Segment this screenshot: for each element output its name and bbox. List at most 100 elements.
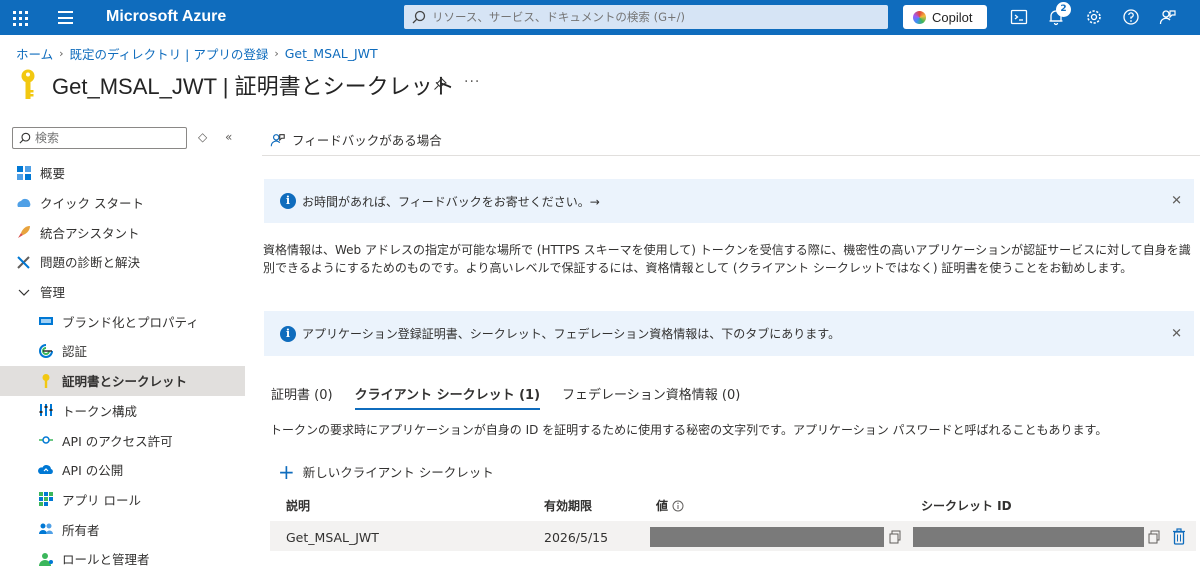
sidebar-nav: 概要 クイック スタート 統合アシスタント 問題の診断と解決 管理 ブランド化と… <box>0 158 245 574</box>
sidebar-item-api-permissions[interactable]: API のアクセス許可 <box>0 425 245 455</box>
sidebar-item-expose-api[interactable]: API の公開 <box>0 455 245 485</box>
app-launcher-icon[interactable] <box>10 8 30 28</box>
sidebar-item-label: API のアクセス許可 <box>62 433 173 449</box>
delete-icon[interactable] <box>1172 528 1186 545</box>
pin-icon[interactable] <box>433 77 447 91</box>
sidebar-item-label: 所有者 <box>62 522 100 538</box>
owners-icon <box>39 523 53 535</box>
new-secret-label: 新しいクライアント シークレット <box>302 465 494 480</box>
sidebar-item-label: ロールと管理者 <box>62 552 150 568</box>
credentials-description: 資格情報は、Web アドレスの指定が可能な場所で (HTTPS スキーマを使用し… <box>263 243 1191 275</box>
secret-expires-cell: 2026/5/15 <box>544 530 609 545</box>
auth-icon <box>39 343 53 358</box>
copilot-button[interactable]: Copilot <box>903 5 987 29</box>
page-header: Get_MSAL_JWT | 証明書とシークレット <box>16 68 455 102</box>
sidebar-item-label: 証明書とシークレット <box>62 374 188 390</box>
sidebar-item-quickstart[interactable]: クイック スタート <box>0 188 245 218</box>
token-icon <box>39 404 53 417</box>
sidebar-item-app-roles[interactable]: アプリ ロール <box>0 485 245 515</box>
menu-icon[interactable] <box>58 11 73 24</box>
chevron-down-icon <box>18 289 30 296</box>
sort-toggle-icon[interactable]: ◇ <box>198 130 207 144</box>
more-options-icon[interactable]: ··· <box>464 74 480 90</box>
sidebar-item-roles-admins[interactable]: ロールと管理者 <box>0 544 245 574</box>
collapse-sidebar-icon[interactable]: « <box>225 130 232 144</box>
secret-value-masked <box>650 527 884 547</box>
banner-text[interactable]: お時間があれば、フィードバックをお寄せください。→ <box>302 193 600 210</box>
api-permission-icon <box>39 436 53 444</box>
copilot-label: Copilot <box>932 9 973 25</box>
search-icon <box>412 10 426 24</box>
sidebar-item-integration-assistant[interactable]: 統合アシスタント <box>0 217 245 247</box>
copy-icon[interactable] <box>1148 530 1160 544</box>
search-input[interactable] <box>432 10 872 24</box>
close-icon[interactable]: ✕ <box>1171 194 1182 209</box>
copy-icon[interactable] <box>889 530 901 544</box>
tab-federated-credentials[interactable]: フェデレーション資格情報 (0) <box>562 384 740 410</box>
feedback-person-icon[interactable] <box>1159 8 1177 26</box>
rocket-icon <box>18 226 30 239</box>
tab-client-secrets[interactable]: クライアント シークレット (1) <box>354 384 541 410</box>
branding-icon <box>39 317 53 326</box>
sidebar-item-label: クイック スタート <box>40 196 144 212</box>
sidebar-item-certificates-secrets[interactable]: 証明書とシークレット <box>0 365 245 396</box>
overview-icon <box>17 165 31 180</box>
quickstart-icon <box>17 198 31 207</box>
breadcrumb-home[interactable]: ホーム <box>16 44 53 63</box>
sidebar-item-owners[interactable]: 所有者 <box>0 514 245 544</box>
sidebar-item-label: トークン構成 <box>62 403 138 419</box>
page-title: Get_MSAL_JWT | 証明書とシークレット <box>52 74 455 99</box>
sidebar-item-label: ブランド化とプロパティ <box>62 314 199 330</box>
sidebar-item-authentication[interactable]: 認証 <box>0 336 245 366</box>
sidebar-item-diagnose[interactable]: 問題の診断と解決 <box>0 247 245 277</box>
plus-icon: + <box>278 459 295 484</box>
key-icon <box>21 69 35 99</box>
sidebar-item-label: API の公開 <box>62 463 124 479</box>
breadcrumb-app[interactable]: Get_MSAL_JWT <box>285 46 378 61</box>
sidebar-item-token-configuration[interactable]: トークン構成 <box>0 396 245 426</box>
info-icon: i <box>280 325 296 342</box>
column-header-description: 説明 <box>286 499 311 513</box>
chevron-right-icon: › <box>274 47 279 60</box>
credential-tabs: 証明書 (0) クライアント シークレット (1) フェデレーション資格情報 (… <box>271 384 740 410</box>
copilot-icon <box>913 10 926 24</box>
key-icon <box>42 373 50 388</box>
close-icon[interactable]: ✕ <box>1171 326 1182 341</box>
feedback-button[interactable]: フィードバックがある場合 <box>270 130 442 149</box>
column-header-expires: 有効期限 <box>544 499 593 513</box>
sidebar-item-label: 概要 <box>40 166 66 182</box>
sidebar-item-label: 管理 <box>40 285 66 301</box>
column-header-value-label: 値 <box>656 499 669 513</box>
tab-description: トークンの要求時にアプリケーションが自身の ID を証明するために使用する秘密の… <box>270 423 1108 437</box>
breadcrumb-app-registrations[interactable]: 既定のディレクトリ | アプリの登録 <box>70 44 269 63</box>
sidebar-item-label: アプリ ロール <box>62 492 141 508</box>
top-bar: Microsoft Azure Copilot 2 <box>0 0 1200 35</box>
gear-icon[interactable] <box>1085 8 1103 26</box>
sidebar-search[interactable] <box>12 127 187 149</box>
app-roles-icon <box>39 492 53 507</box>
sidebar-item-branding[interactable]: ブランド化とプロパティ <box>0 306 245 336</box>
notification-badge: 2 <box>1056 2 1071 17</box>
sidebar-search-input[interactable] <box>35 131 175 145</box>
wrench-icon <box>17 256 30 269</box>
info-icon[interactable] <box>672 500 684 512</box>
tab-certificates[interactable]: 証明書 (0) <box>271 384 333 410</box>
breadcrumb: ホーム › 既定のディレクトリ | アプリの登録 › Get_MSAL_JWT <box>16 44 378 63</box>
new-client-secret-button[interactable]: + 新しいクライアント シークレット <box>278 459 494 484</box>
help-icon[interactable] <box>1122 8 1140 26</box>
admin-icon <box>39 552 53 566</box>
feedback-label: フィードバックがある場合 <box>292 133 442 148</box>
brand-title[interactable]: Microsoft Azure <box>106 8 226 26</box>
feedback-person-icon <box>270 133 285 146</box>
sidebar-group-manage[interactable]: 管理 <box>0 277 245 307</box>
sidebar-item-label: 統合アシスタント <box>40 225 140 241</box>
cloud-shell-icon[interactable] <box>1010 8 1028 26</box>
secret-description-cell: Get_MSAL_JWT <box>286 530 379 545</box>
sidebar-item-overview[interactable]: 概要 <box>0 158 245 188</box>
column-header-value: 値 <box>656 497 684 514</box>
search-icon <box>19 132 31 144</box>
global-search[interactable] <box>404 5 888 29</box>
feedback-banner[interactable]: i お時間があれば、フィードバックをお寄せください。→ ✕ <box>264 179 1194 223</box>
chevron-right-icon: › <box>59 47 64 60</box>
sidebar-item-label: 認証 <box>62 344 88 360</box>
